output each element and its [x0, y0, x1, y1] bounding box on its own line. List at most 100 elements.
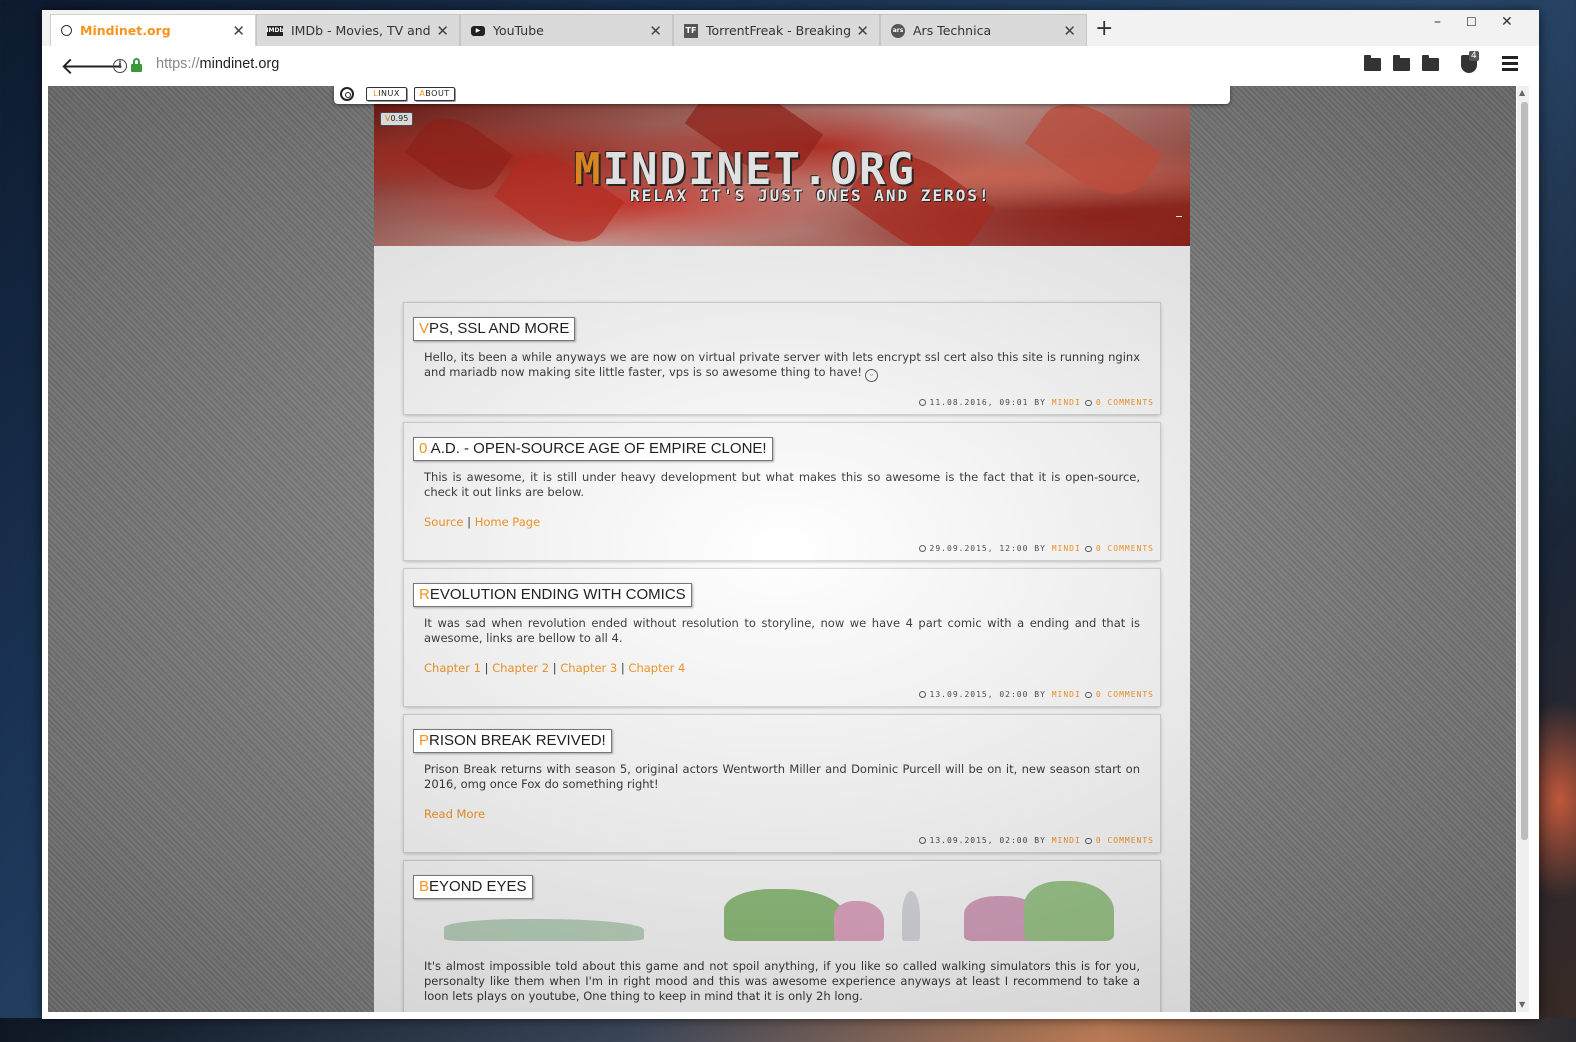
youtube-icon: ▶	[471, 25, 485, 36]
scroll-down-arrow-icon[interactable]: ▼	[1519, 1000, 1525, 1009]
post-date: 11.08.2016, 09:01	[929, 398, 1029, 407]
comment-icon	[1084, 838, 1092, 844]
close-icon[interactable]: ✕	[649, 22, 662, 40]
comment-icon	[1084, 400, 1092, 406]
chapter-4-link[interactable]: Chapter 4	[628, 661, 685, 675]
post-author-link[interactable]: MINDI	[1052, 544, 1081, 553]
chapter-3-link[interactable]: Chapter 3	[560, 661, 617, 675]
post-by: BY	[1034, 690, 1046, 699]
smiley-icon: ᵕ	[865, 369, 878, 382]
tab-title: TorrentFreak - Breaking Fil...	[706, 23, 851, 38]
post-title[interactable]: 0 A.D. - OPEN-SOURCE AGE OF EMPIRE CLONE…	[413, 437, 773, 461]
chapter-2-link[interactable]: Chapter 2	[492, 661, 549, 675]
desktop-taskbar-edge	[0, 1018, 1576, 1042]
address-bar[interactable]: https://mindinet.org	[156, 56, 279, 72]
tab-youtube[interactable]: ▶ YouTube ✕	[460, 14, 673, 46]
post-links: Chapter 1 | Chapter 2 | Chapter 3 | Chap…	[424, 661, 685, 675]
nav-about-button[interactable]: ABOUT	[414, 87, 455, 101]
hamburger-menu-icon[interactable]	[1502, 56, 1518, 74]
tab-strip: Mindinet.org ✕ IMDb IMDb - Movies, TV an…	[42, 10, 1539, 46]
post-title[interactable]: PRISON BREAK REVIVED!	[413, 729, 612, 753]
link-separator: |	[620, 661, 625, 675]
site-tagline: RELAX IT'S JUST ONES AND ZEROS!	[630, 186, 991, 205]
ublock-badge: 4	[1469, 51, 1479, 61]
nav-linux-button[interactable]: LINUX	[366, 87, 407, 101]
post-author-link[interactable]: MINDI	[1052, 836, 1081, 845]
close-icon[interactable]: ✕	[436, 22, 449, 40]
post-title[interactable]: BEYOND EYES	[413, 875, 533, 899]
maximize-button[interactable]: ☐	[1466, 15, 1477, 29]
lock-icon[interactable]	[131, 58, 142, 73]
close-icon[interactable]: ✕	[856, 22, 869, 40]
tab-torrentfreak[interactable]: TF TorrentFreak - Breaking Fil... ✕	[673, 14, 880, 46]
post-body: Hello, its been a while anyways we are n…	[424, 350, 1140, 382]
clock-icon	[918, 837, 926, 844]
read-more-link[interactable]: Read More	[424, 807, 485, 821]
chapter-1-link[interactable]: Chapter 1	[424, 661, 481, 675]
post-card: 0 A.D. - OPEN-SOURCE AGE OF EMPIRE CLONE…	[404, 423, 1160, 560]
post-body: Prison Break returns with season 5, orig…	[424, 762, 1140, 791]
post-comments-link[interactable]: 0 COMMENTS	[1096, 544, 1154, 553]
post-comments-link[interactable]: 0 COMMENTS	[1096, 690, 1154, 699]
post-date: 29.09.2015, 12:00	[929, 544, 1029, 553]
post-comments-link[interactable]: 0 COMMENTS	[1096, 398, 1154, 407]
post-author-link[interactable]: MINDI	[1052, 398, 1081, 407]
url-scheme: https://	[156, 56, 200, 72]
tab-title: Ars Technica	[913, 23, 992, 38]
bookmark-folder-icon[interactable]	[1422, 55, 1439, 71]
minimize-button[interactable]: –	[1434, 14, 1441, 30]
navigation-bar: 🡐 i https://mindinet.org 4	[42, 46, 1539, 86]
page-viewport: LINUX ABOUT V0.95 MINDINET.ORG RELAX IT'…	[48, 86, 1516, 1012]
post-date: 13.09.2015, 02:00	[929, 836, 1029, 845]
maple-leaf-decoration	[404, 104, 514, 205]
new-tab-button[interactable]: +	[1095, 16, 1113, 41]
comment-icon	[1084, 546, 1092, 552]
post-title[interactable]: REVOLUTION ENDING WITH COMICS	[413, 583, 692, 607]
post-meta: 29.09.2015, 12:00 BY MINDI 0 COMMENTS	[918, 544, 1154, 553]
home-page-link[interactable]: Home Page	[475, 515, 540, 529]
tab-title: IMDb - Movies, TV and Cel...	[291, 23, 431, 38]
banner-dash	[1176, 216, 1182, 217]
url-host: mindinet.org	[199, 56, 280, 72]
site-top-nav: LINUX ABOUT	[334, 86, 1230, 104]
post-links: Source | Home Page	[424, 515, 540, 529]
post-title[interactable]: VPS, SSL AND MORE	[413, 317, 576, 341]
bookmark-folder-icon[interactable]	[1393, 55, 1410, 71]
link-separator: |	[467, 515, 472, 529]
post-body: It was sad when revolution ended without…	[424, 616, 1140, 645]
bookmark-folder-icon[interactable]	[1364, 55, 1381, 71]
tab-title: YouTube	[493, 23, 544, 38]
version-badge: V0.95	[380, 112, 414, 126]
clock-icon	[918, 691, 926, 698]
post-meta: 13.09.2015, 02:00 BY MINDI 0 COMMENTS	[918, 836, 1154, 845]
close-window-button[interactable]: ✕	[1501, 14, 1513, 30]
scroll-up-arrow-icon[interactable]: ▲	[1519, 88, 1525, 97]
clock-icon	[918, 545, 926, 552]
tab-imdb[interactable]: IMDb IMDb - Movies, TV and Cel... ✕	[256, 14, 460, 46]
link-separator: |	[484, 661, 489, 675]
post-links: Read More	[424, 807, 485, 821]
post-body: This is awesome, it is still under heavy…	[424, 470, 1140, 499]
close-icon[interactable]: ✕	[232, 22, 245, 40]
imdb-icon: IMDb	[266, 25, 284, 36]
post-card: REVOLUTION ENDING WITH COMICS It was sad…	[404, 569, 1160, 706]
tab-mindinet[interactable]: Mindinet.org ✕	[50, 14, 256, 46]
tab-ars-technica[interactable]: ars Ars Technica ✕	[880, 14, 1087, 46]
post-body: It's almost impossible told about this g…	[424, 959, 1140, 1003]
post-meta: 11.08.2016, 09:01 BY MINDI 0 COMMENTS	[918, 398, 1154, 407]
browser-window: Mindinet.org ✕ IMDb IMDb - Movies, TV an…	[42, 10, 1539, 1019]
post-by: BY	[1034, 398, 1046, 407]
ars-icon: ars	[891, 23, 905, 38]
scrollbar-thumb[interactable]	[1521, 102, 1528, 840]
post-card: PRISON BREAK REVIVED! Prison Break retur…	[404, 715, 1160, 852]
info-icon[interactable]: i	[113, 59, 127, 73]
source-link[interactable]: Source	[424, 515, 464, 529]
post-author-link[interactable]: MINDI	[1052, 690, 1081, 699]
close-icon[interactable]: ✕	[1063, 22, 1076, 40]
post-comments-link[interactable]: 0 COMMENTS	[1096, 836, 1154, 845]
clock-icon	[918, 399, 926, 406]
post-by: BY	[1034, 836, 1046, 845]
post-meta: 13.09.2015, 02:00 BY MINDI 0 COMMENTS	[918, 690, 1154, 699]
site-logo-icon[interactable]	[340, 87, 354, 101]
maple-leaf-decoration	[1024, 104, 1164, 213]
